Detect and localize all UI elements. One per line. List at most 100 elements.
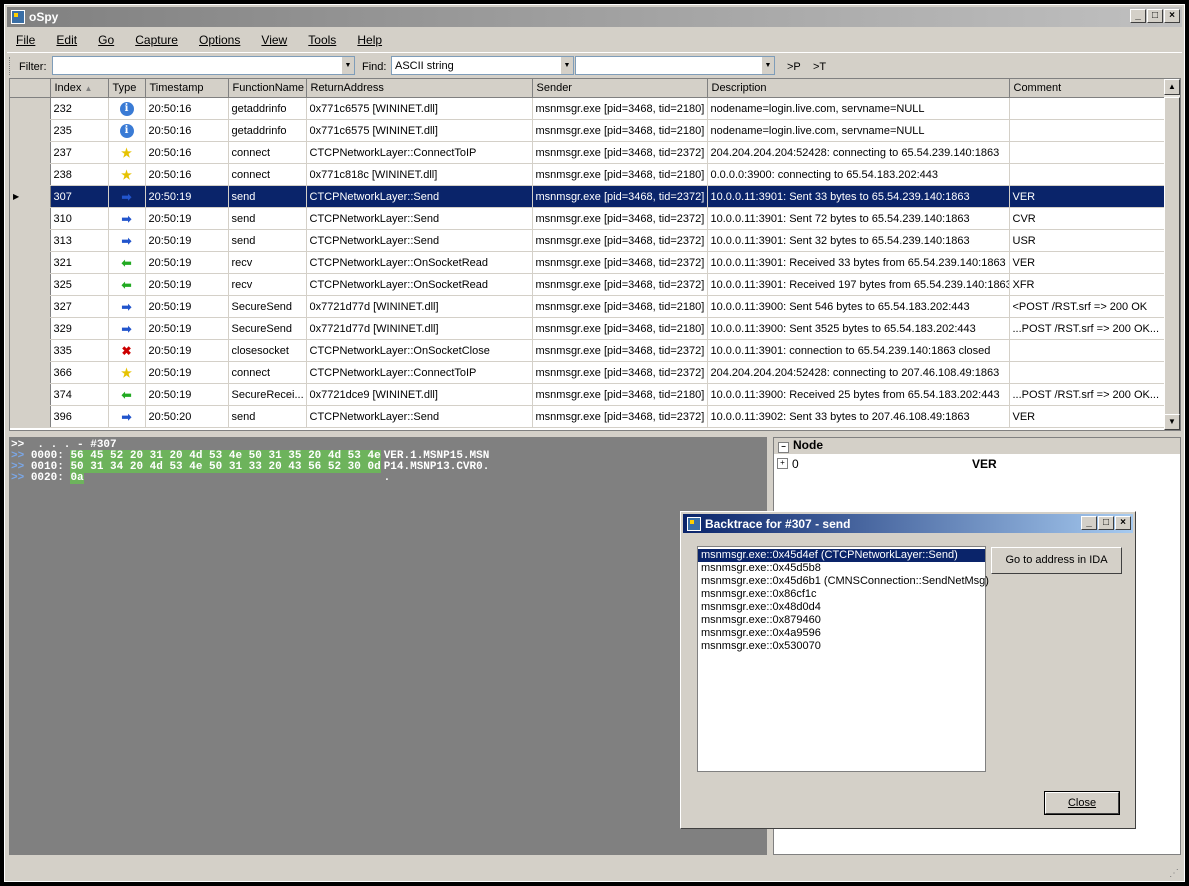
grid-vscrollbar[interactable]: ▲ ▼ — [1164, 79, 1180, 430]
backtrace-item[interactable]: msnmsgr.exe::0x45d6b1 (CMNSConnection::S… — [698, 575, 989, 588]
table-row[interactable]: 327 ➡ 20:50:19 SecureSend 0x7721d77d [WININE… — [10, 295, 1166, 318]
toolbar-grip[interactable] — [9, 57, 13, 75]
cell-sender: msnmsgr.exe [pid=3468, tid=2180] — [532, 119, 708, 142]
col-description[interactable]: Description — [707, 79, 1010, 98]
chevron-down-icon[interactable]: ▼ — [761, 57, 774, 74]
row-header — [10, 339, 51, 362]
hex-bytes[interactable]: 50 31 34 20 4d 53 4e 50 31 33 20 43 56 5… — [70, 461, 381, 473]
table-row[interactable]: 238 ★ 20:50:16 connect 0x771c818c [WININET.d… — [10, 163, 1166, 186]
minimize-button[interactable]: _ — [1130, 9, 1146, 23]
cell-index: 327 — [50, 295, 109, 318]
dialog-maximize-button[interactable]: □ — [1098, 516, 1114, 530]
title-bar[interactable]: oSpy _ □ × — [7, 7, 1182, 27]
maximize-button[interactable]: □ — [1147, 9, 1163, 23]
table-row[interactable]: 235 i 20:50:16 getaddrinfo 0x771c6575 [WININ… — [10, 119, 1166, 142]
window-title: oSpy — [29, 10, 59, 24]
row-header — [10, 295, 51, 318]
find-type-combo[interactable]: ASCII string ▼ — [391, 56, 574, 75]
table-row[interactable]: 325 ⬅ 20:50:19 recv CTCPNetworkLayer::OnSock… — [10, 273, 1166, 296]
cell-description: 10.0.0.11:3901: connection to 65.54.239.… — [707, 339, 1010, 362]
scroll-thumb[interactable] — [1164, 97, 1180, 417]
cell-comment — [1009, 163, 1166, 186]
table-row[interactable]: 232 i 20:50:16 getaddrinfo 0x771c6575 [WININ… — [10, 97, 1166, 120]
table-row[interactable]: 366 ★ 20:50:19 connect CTCPNetworkLayer::Con… — [10, 361, 1166, 384]
events-grid[interactable]: Index ▲ Type Timestamp FunctionName Retu… — [9, 78, 1181, 431]
scroll-up-icon[interactable]: ▲ — [1164, 79, 1180, 95]
row-header — [10, 141, 51, 164]
backtrace-item[interactable]: msnmsgr.exe::0x86cf1c — [698, 588, 985, 601]
table-row[interactable]: 313 ➡ 20:50:19 send CTCPNetworkLayer::Send ms… — [10, 229, 1166, 252]
backtrace-list[interactable]: msnmsgr.exe::0x45d4ef (CTCPNetworkLayer:… — [697, 546, 989, 772]
cell-function-name: getaddrinfo — [228, 119, 307, 142]
cell-function-name: connect — [228, 163, 307, 186]
close-button[interactable]: × — [1164, 9, 1180, 23]
find-value-combo[interactable]: ▼ — [575, 56, 775, 75]
cell-description: nodename=login.live.com, servname=NULL — [707, 97, 1010, 120]
row-header: ▶ — [10, 185, 51, 208]
find-next-button[interactable]: >T — [813, 61, 826, 73]
menu-capture[interactable]: Capture — [126, 29, 187, 47]
cell-function-name: send — [228, 207, 307, 230]
cell-function-name: getaddrinfo — [228, 97, 307, 120]
row-header — [10, 405, 51, 428]
cell-index: 396 — [50, 405, 109, 428]
col-index[interactable]: Index ▲ — [50, 79, 109, 98]
goto-ida-button[interactable]: Go to address in IDA — [991, 547, 1122, 574]
cell-timestamp: 20:50:19 — [145, 295, 229, 318]
menu-edit[interactable]: Edit — [47, 29, 86, 47]
dialog-minimize-button[interactable]: _ — [1081, 516, 1097, 530]
expand-icon[interactable]: + — [777, 458, 788, 469]
cell-sender: msnmsgr.exe [pid=3468, tid=2180] — [532, 383, 708, 406]
backtrace-item[interactable]: msnmsgr.exe::0x879460 — [698, 614, 985, 627]
table-row[interactable]: ▶ 307 ➡ 20:50:19 send CTCPNetworkLayer::Send m… — [10, 185, 1166, 208]
col-timestamp[interactable]: Timestamp — [145, 79, 229, 98]
cell-timestamp: 20:50:16 — [145, 163, 229, 186]
table-row[interactable]: 321 ⬅ 20:50:19 recv CTCPNetworkLayer::OnSock… — [10, 251, 1166, 274]
chevron-down-icon[interactable]: ▼ — [560, 57, 573, 74]
find-prev-button[interactable]: >P — [787, 61, 801, 73]
cell-return-address: CTCPNetworkLayer::OnSocketRead — [306, 251, 533, 274]
table-row[interactable]: 237 ★ 20:50:16 connect CTCPNetworkLayer::Con… — [10, 141, 1166, 164]
col-type[interactable]: Type — [108, 79, 146, 98]
table-row[interactable]: 396 ➡ 20:50:20 send CTCPNetworkLayer::Send ms… — [10, 405, 1166, 428]
scroll-down-icon[interactable]: ▼ — [1164, 414, 1180, 430]
find-label: Find: — [362, 61, 387, 73]
toolbar: Filter: ▼ Find: ASCII string ▼ ▼ >P >T — [7, 52, 1182, 79]
backtrace-item[interactable]: msnmsgr.exe::0x4a9596 — [698, 627, 985, 640]
backtrace-item[interactable]: msnmsgr.exe::0x48d0d4 — [698, 601, 985, 614]
hex-bytes[interactable]: 0a — [70, 472, 84, 484]
size-grip-icon[interactable]: ⋰ — [1169, 868, 1179, 879]
node-row[interactable]: + 0 VER — [774, 456, 1180, 471]
table-row[interactable]: 329 ➡ 20:50:19 SecureSend 0x7721d77d [WININE… — [10, 317, 1166, 340]
col-sender[interactable]: Sender — [532, 79, 708, 98]
filter-combo[interactable]: ▼ — [52, 56, 355, 75]
menu-tools[interactable]: Tools — [299, 29, 345, 47]
close-dialog-button[interactable]: Close — [1044, 791, 1120, 815]
backtrace-item[interactable]: msnmsgr.exe::0x45d5b8 — [698, 562, 985, 575]
dialog-close-icon[interactable]: × — [1115, 516, 1131, 530]
cell-description: 10.0.0.11:3900: Sent 3525 bytes to 65.54… — [707, 317, 1010, 340]
menu-file[interactable]: File — [7, 29, 44, 47]
menu-go[interactable]: Go — [89, 29, 123, 47]
cell-index: 313 — [50, 229, 109, 252]
menu-options[interactable]: Options — [190, 29, 249, 47]
chevron-down-icon[interactable]: ▼ — [341, 57, 354, 74]
col-return-address[interactable]: ReturnAddress — [306, 79, 533, 98]
col-function-name[interactable]: FunctionName — [228, 79, 307, 98]
cell-function-name: SecureSend — [228, 317, 307, 340]
table-row[interactable]: 335 ✖ 20:50:19 closesocket CTCPNetworkLayer:… — [10, 339, 1166, 362]
menu-help[interactable]: Help — [348, 29, 391, 47]
row-header — [10, 163, 51, 186]
node-value: VER — [972, 457, 997, 471]
backtrace-item[interactable]: msnmsgr.exe::0x530070 — [698, 640, 985, 653]
table-row[interactable]: 374 ⬅ 20:50:19 SecureRecei... 0x7721dce9 [WI… — [10, 383, 1166, 406]
cell-index: 307 — [50, 185, 109, 208]
table-row[interactable]: 310 ➡ 20:50:19 send CTCPNetworkLayer::Send ms… — [10, 207, 1166, 230]
cell-return-address: CTCPNetworkLayer::OnSocketClose — [306, 339, 533, 362]
menu-view[interactable]: View — [252, 29, 296, 47]
col-comment[interactable]: Comment — [1009, 79, 1166, 98]
hex-view[interactable]: >> . . . - #307 >> 0000: 56 45 52 20 31 … — [9, 437, 767, 855]
collapse-icon[interactable]: − — [778, 441, 789, 453]
backtrace-item[interactable]: msnmsgr.exe::0x45d4ef (CTCPNetworkLayer:… — [698, 549, 985, 562]
dialog-title-bar[interactable]: Backtrace for #307 - send _ □ × — [683, 514, 1133, 533]
